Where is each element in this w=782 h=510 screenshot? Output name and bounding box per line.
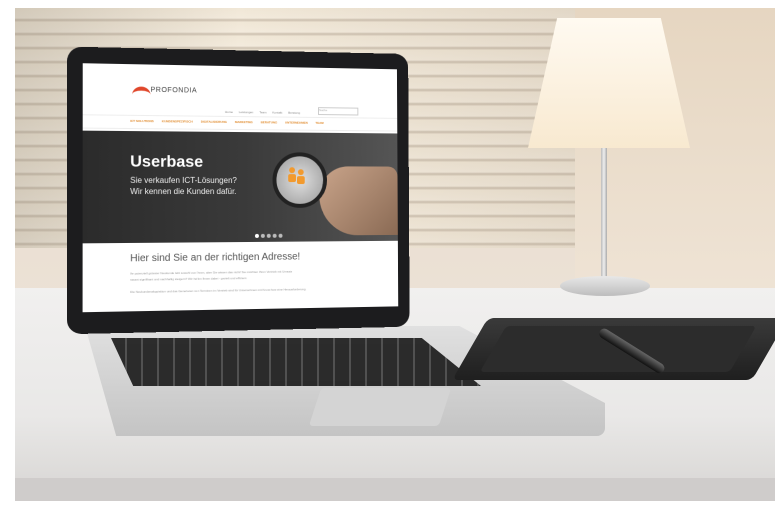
body-text: rasant signifikant und nachhaltig steige… bbox=[130, 276, 248, 282]
carousel-dot[interactable] bbox=[254, 233, 259, 238]
lamp-stem bbox=[601, 148, 607, 288]
laptop-keyboard bbox=[111, 338, 481, 386]
lamp-base bbox=[560, 276, 650, 296]
menu-item[interactable]: ICT SOLUTIONS bbox=[130, 119, 154, 123]
hero-subtitle: Sie verkaufen ICT-Lösungen? bbox=[130, 175, 237, 185]
top-nav-item[interactable]: Leistungen bbox=[239, 110, 254, 114]
menu-item[interactable]: DIGITALISIERUNG bbox=[201, 120, 227, 124]
carousel-dot[interactable] bbox=[260, 233, 265, 238]
top-nav-item[interactable]: Kontakt bbox=[272, 111, 282, 115]
body-text: Die Neukundenakquisition und das Generie… bbox=[130, 287, 307, 294]
menu-item[interactable]: BERATUNG bbox=[261, 120, 277, 124]
hero-title: Userbase bbox=[130, 153, 204, 171]
top-nav-item[interactable]: Team bbox=[259, 110, 266, 114]
desk-edge bbox=[15, 478, 775, 501]
logo-icon[interactable] bbox=[132, 86, 151, 103]
menu-item[interactable]: TEAM bbox=[315, 121, 323, 125]
laptop-lid: PROFONDIA Home Leistungen Team Kontakt B… bbox=[66, 46, 410, 335]
welcome-heading: Hier sind Sie an der richtigen Adresse! bbox=[130, 251, 301, 265]
top-nav-item[interactable]: Home bbox=[225, 110, 233, 114]
photo-scene: PROFONDIA Home Leistungen Team Kontakt B… bbox=[15, 8, 775, 501]
menu-item[interactable]: MARKETING bbox=[235, 120, 253, 124]
users-icon bbox=[288, 167, 305, 185]
carousel-dot[interactable] bbox=[266, 233, 271, 238]
laptop-screen: PROFONDIA Home Leistungen Team Kontakt B… bbox=[82, 63, 399, 313]
search-input[interactable]: Suche bbox=[318, 107, 359, 116]
carousel-dots bbox=[254, 233, 283, 238]
menu-item[interactable]: UNTERNEHMEN bbox=[285, 121, 308, 125]
carousel-dot[interactable] bbox=[272, 233, 277, 238]
hero-subtitle: Wir kennen die Kunden dafür. bbox=[130, 186, 237, 197]
tablet-surface bbox=[479, 326, 757, 372]
site-logo-text[interactable]: PROFONDIA bbox=[151, 87, 198, 95]
top-nav-item[interactable]: Beratung bbox=[288, 111, 300, 115]
carousel-dot[interactable] bbox=[278, 233, 283, 238]
menu-item[interactable]: KUNDENSPEZIFISCH bbox=[162, 119, 193, 123]
laptop-trackpad bbox=[308, 388, 452, 426]
